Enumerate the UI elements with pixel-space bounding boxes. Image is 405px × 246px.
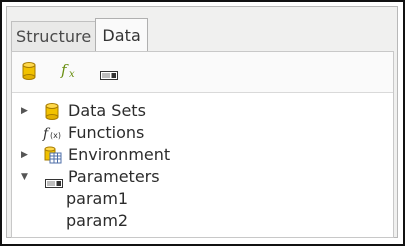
database-icon[interactable]: [22, 62, 36, 84]
tree-item-param1[interactable]: param1: [12, 188, 312, 210]
tab-bar: Structure Data: [11, 17, 148, 51]
tree-item-param2[interactable]: param2: [12, 210, 312, 232]
svg-text:x: x: [69, 69, 75, 80]
expand-arrow-icon[interactable]: ▶: [21, 144, 28, 166]
tree-item-label: Functions: [68, 123, 145, 142]
tree-item-environment[interactable]: ▶ Environment: [12, 144, 312, 166]
tree-item-label: Data Sets: [68, 101, 146, 120]
tab-structure[interactable]: Structure: [11, 21, 97, 51]
collapse-arrow-icon[interactable]: ▼: [21, 166, 28, 188]
svg-text:(x): (x): [50, 131, 61, 140]
tree-item-label: Environment: [68, 145, 171, 164]
window-frame: Structure Data f x ▶ Data Sets f (x) Fun…: [0, 0, 405, 246]
data-explorer-panel: Structure Data f x ▶ Data Sets f (x) Fun…: [6, 6, 398, 238]
expand-arrow-icon[interactable]: ▶: [21, 100, 28, 122]
tree-item-functions[interactable]: f (x) Functions: [12, 122, 312, 144]
function-icon[interactable]: f x: [60, 60, 82, 84]
tree-item-data-sets[interactable]: ▶ Data Sets: [12, 100, 312, 122]
svg-text:f: f: [60, 61, 69, 79]
tree-item-parameters[interactable]: ▼ Parameters: [12, 166, 312, 188]
tree-item-label: param2: [66, 211, 129, 230]
parameter-icon[interactable]: [100, 66, 118, 85]
toolbar: f x: [12, 52, 393, 93]
tree-item-label: param1: [66, 189, 129, 208]
tree-item-label: Parameters: [68, 167, 160, 186]
tab-data[interactable]: Data: [95, 18, 148, 51]
data-tab-content: f x ▶ Data Sets f (x) Functions ▶ Enviro…: [11, 51, 394, 238]
